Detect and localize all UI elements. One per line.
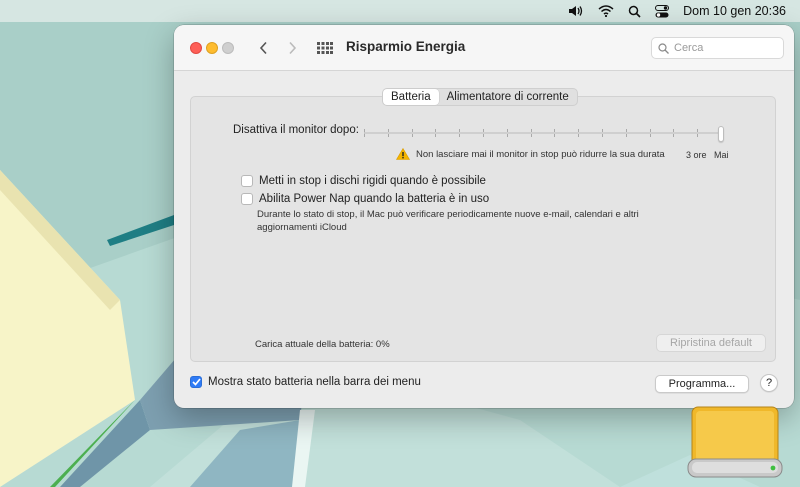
warning-icon [396, 148, 410, 160]
chevron-left-icon [259, 41, 267, 55]
power-nap-checkbox[interactable] [241, 193, 253, 205]
search-icon [658, 42, 669, 54]
checkmark-icon [191, 378, 201, 386]
power-nap-description: Durante lo stato di stop, il Mac può ver… [257, 209, 639, 233]
slider-track [364, 132, 722, 134]
menu-bar: Dom 10 gen 20:36 [0, 0, 800, 22]
menubar-clock[interactable]: Dom 10 gen 20:36 [683, 4, 786, 18]
hard-disk-sleep-label: Metti in stop i dischi rigidi quando è p… [259, 175, 486, 187]
chevron-right-icon [289, 41, 297, 55]
schedule-button[interactable]: Programma... [655, 375, 749, 393]
monitor-off-label: Disattiva il monitor dopo: [233, 124, 359, 136]
option-power-nap[interactable]: Abilita Power Nap quando la batteria è i… [241, 193, 489, 205]
power-nap-label: Abilita Power Nap quando la batteria è i… [259, 193, 490, 205]
forward-button [282, 38, 302, 58]
tab-batteria[interactable]: Batteria [383, 89, 439, 105]
option-hard-disk-sleep[interactable]: Metti in stop i dischi rigidi quando è p… [241, 175, 486, 187]
monitor-off-slider[interactable] [364, 125, 728, 143]
monitor-warning: Non lasciare mai il monitor in stop può … [396, 148, 665, 160]
tick-label-3-ore: 3 ore [686, 150, 707, 160]
tab-bar: Batteria Alimentatore di corrente [382, 88, 578, 106]
external-drive-icon[interactable] [686, 405, 784, 481]
window-title: Risparmio Energia [346, 39, 466, 54]
window-titlebar: Risparmio Energia [174, 25, 794, 71]
close-button[interactable] [190, 42, 202, 54]
restore-defaults-button: Ripristina default [656, 334, 766, 352]
wifi-icon[interactable] [598, 0, 614, 22]
grid-icon [317, 42, 333, 54]
energy-saver-window: Risparmio Energia Batteria Alimentatore … [174, 25, 794, 408]
back-button[interactable] [254, 38, 274, 58]
search-input[interactable] [674, 42, 774, 54]
search-field[interactable] [651, 37, 784, 59]
volume-icon[interactable] [568, 0, 584, 22]
tick-label-mai: Mai [714, 150, 729, 160]
warning-text: Non lasciare mai il monitor in stop può … [416, 148, 665, 160]
search-icon[interactable] [628, 0, 641, 22]
control-center-icon[interactable] [655, 0, 670, 22]
option-show-in-menubar[interactable]: Mostra stato batteria nella barra dei me… [190, 376, 421, 388]
slider-thumb[interactable] [718, 126, 724, 142]
battery-level-text: Carica attuale della batteria: 0% [255, 339, 390, 350]
tab-alimentatore[interactable]: Alimentatore di corrente [439, 89, 577, 105]
show-in-menubar-label: Mostra stato batteria nella barra dei me… [208, 376, 421, 388]
help-button[interactable]: ? [760, 374, 778, 392]
show-in-menubar-checkbox[interactable] [190, 376, 202, 388]
show-all-button[interactable] [315, 39, 335, 57]
minimize-button[interactable] [206, 42, 218, 54]
zoom-button [222, 42, 234, 54]
hard-disk-sleep-checkbox[interactable] [241, 175, 253, 187]
